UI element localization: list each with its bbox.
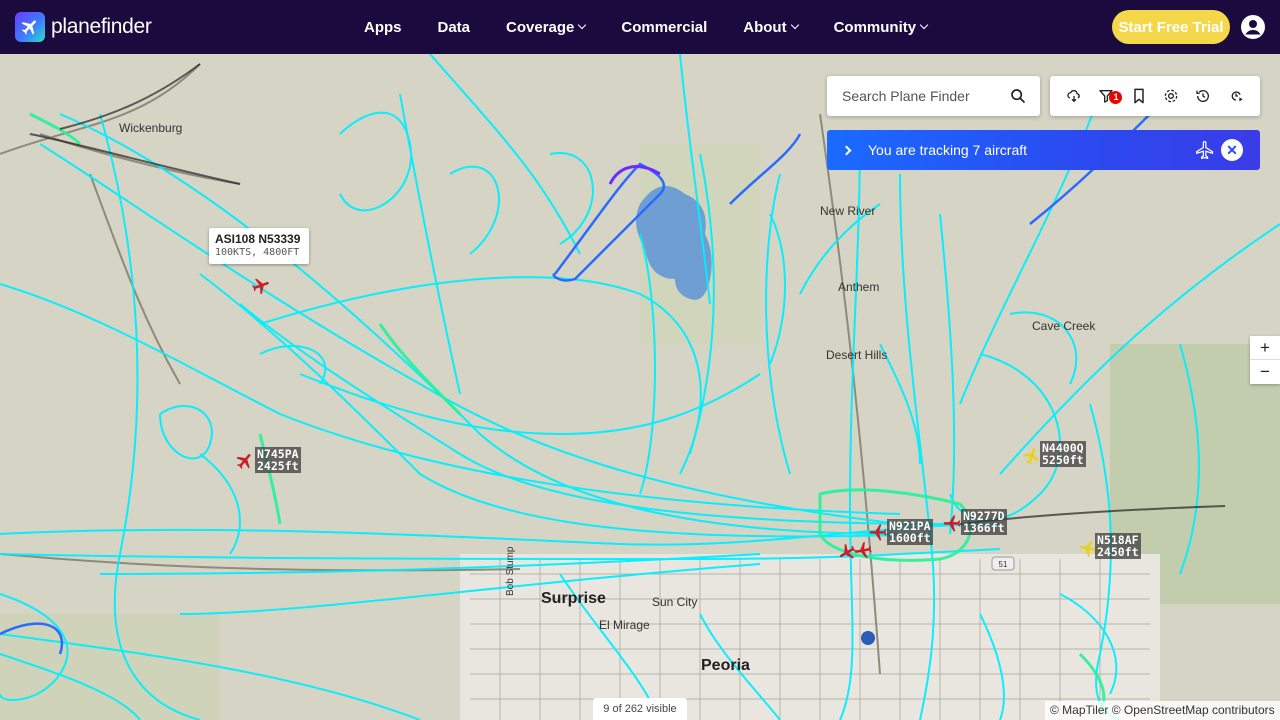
aircraft-label[interactable]: N9277D 1366ft <box>961 509 1007 535</box>
aircraft-icon[interactable] <box>1022 446 1042 466</box>
search-input[interactable] <box>842 88 1002 104</box>
map-attribution[interactable]: © MapTiler © OpenStreetMap contributors <box>1045 701 1280 720</box>
zoom-out-button[interactable]: − <box>1250 360 1280 384</box>
chevron-down-icon <box>578 20 587 30</box>
plane-outline-icon <box>1196 141 1214 160</box>
brand-logo[interactable]: planefinder <box>15 12 152 42</box>
place-label: Bob Stump <box>505 546 516 596</box>
close-icon[interactable]: ✕ <box>1221 139 1243 161</box>
visible-count: 9 of 262 visible <box>593 698 687 720</box>
place-label: New River <box>820 204 876 218</box>
history-icon[interactable] <box>1194 87 1212 105</box>
search-box <box>827 76 1040 116</box>
svg-text:51: 51 <box>999 560 1008 569</box>
aircraft-icon[interactable] <box>942 513 962 533</box>
place-label: Anthem <box>838 280 880 294</box>
search-icon[interactable] <box>1010 88 1026 104</box>
weather-icon[interactable] <box>1065 87 1083 105</box>
aircraft-icon[interactable] <box>853 540 873 560</box>
tracking-banner[interactable]: You are tracking 7 aircraft ✕ <box>827 130 1260 170</box>
place-label: Sun City <box>652 595 698 609</box>
selected-aircraft-callout[interactable]: ASI108 N53339 100KTS, 4800FT <box>209 228 309 264</box>
bookmark-icon[interactable] <box>1130 87 1148 105</box>
start-free-trial-button[interactable]: Start Free Trial <box>1112 10 1230 44</box>
tracking-text: You are tracking 7 aircraft <box>868 142 1028 158</box>
nav-about[interactable]: About <box>743 19 799 36</box>
aircraft-label[interactable]: N518AF 2450ft <box>1095 533 1141 559</box>
chevron-right-icon[interactable] <box>841 145 852 155</box>
filter-icon[interactable]: 1 <box>1097 87 1123 105</box>
settings-icon[interactable] <box>1162 87 1180 105</box>
nav-data[interactable]: Data <box>438 19 471 36</box>
chevron-down-icon <box>919 20 929 30</box>
place-label: Cave Creek <box>1032 319 1096 333</box>
zoom-in-button[interactable]: + <box>1250 336 1280 360</box>
map-toolbar: 1 <box>1050 76 1260 116</box>
zoom-control: + − <box>1250 336 1280 384</box>
aircraft-icon[interactable] <box>235 451 255 471</box>
aircraft-icon[interactable] <box>868 522 888 542</box>
aircraft-label[interactable]: N745PA 2425ft <box>255 447 301 473</box>
place-label: El Mirage <box>599 618 650 632</box>
nav-community[interactable]: Community <box>834 19 929 36</box>
nav-apps[interactable]: Apps <box>364 19 402 36</box>
chevron-down-icon <box>790 20 799 30</box>
user-account-icon[interactable] <box>1241 15 1265 39</box>
place-label: Wickenburg <box>119 121 183 135</box>
plane-logo-icon <box>15 12 45 42</box>
place-label: Surprise <box>541 590 606 607</box>
place-label: Peoria <box>701 657 750 674</box>
selected-details: 100KTS, 4800FT <box>215 247 300 258</box>
aircraft-label[interactable]: N4400Q 5250ft <box>1040 441 1086 467</box>
nav-menu: Apps Data Coverage Commercial About Comm… <box>364 0 963 54</box>
top-navbar: planefinder Apps Data Coverage Commercia… <box>0 0 1280 54</box>
nav-coverage[interactable]: Coverage <box>506 19 587 36</box>
aircraft-icon[interactable] <box>251 276 271 296</box>
filter-badge: 1 <box>1109 91 1123 104</box>
selected-callsign: ASI108 N53339 <box>215 232 301 246</box>
place-label: Desert Hills <box>826 348 888 362</box>
brand-name: planefinder <box>51 15 152 38</box>
playback-icon[interactable] <box>1227 87 1245 105</box>
nav-commercial[interactable]: Commercial <box>621 19 707 36</box>
aircraft-label[interactable]: N921PA 1600ft <box>887 519 933 545</box>
